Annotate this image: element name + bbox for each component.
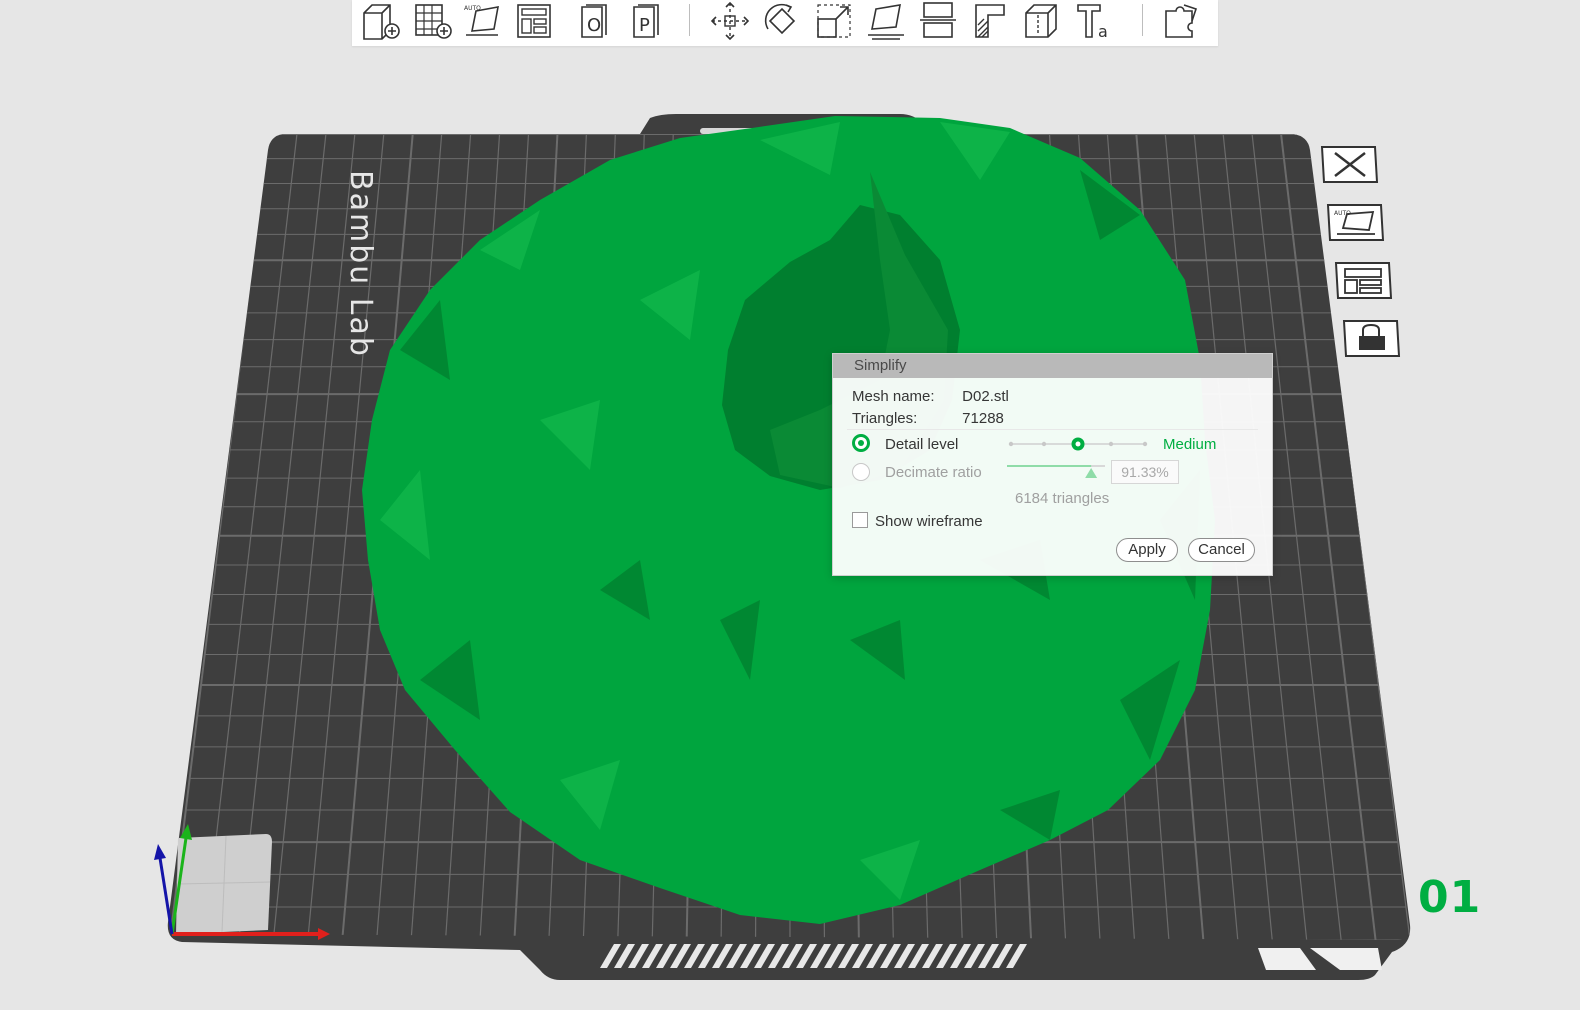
scale-icon [817, 4, 851, 38]
split-to-parts-icon: P [633, 4, 659, 38]
svg-text:O: O [587, 15, 601, 36]
result-triangles-count: 6184 triangles [1015, 490, 1110, 507]
svg-text:a: a [1098, 22, 1108, 41]
mesh-name-value: D02.stl [962, 388, 1009, 405]
lock-plate-button[interactable] [1342, 320, 1402, 358]
support-paint-icon [975, 4, 1005, 38]
lay-on-face-icon [868, 4, 904, 40]
decimate-ratio-radio[interactable] [852, 463, 870, 481]
arrange-plate-button[interactable] [1334, 262, 1394, 300]
triangles-value: 71288 [962, 410, 1004, 427]
delete-plate-icon [1320, 146, 1379, 183]
cut-icon [920, 2, 956, 38]
triangles-row: Triangles: 71288 [852, 410, 1004, 427]
plate-brand-logo: Bambu Lab [343, 170, 378, 358]
dialog-divider [847, 429, 1258, 430]
add-object-icon [363, 4, 400, 40]
delete-plate-button[interactable] [1320, 146, 1380, 184]
mesh-name-label: Mesh name: [852, 388, 935, 405]
auto-orient-icon: AUTO [464, 5, 499, 36]
text-button[interactable]: a [1072, 0, 1116, 42]
lock-plate-icon [1342, 320, 1401, 357]
auto-orient-button[interactable]: AUTO [460, 0, 504, 42]
apply-button[interactable]: Apply [1116, 538, 1178, 562]
svg-text:P: P [639, 15, 650, 36]
auto-orient-plate-icon: AUTO [1326, 204, 1385, 241]
move-icon [710, 1, 750, 41]
rotate-button[interactable] [760, 0, 804, 42]
cut-button[interactable] [916, 0, 960, 42]
scale-button[interactable] [812, 0, 856, 42]
plate-hatch-strip [600, 944, 1027, 968]
show-wireframe-label: Show wireframe [875, 513, 983, 530]
add-plate-button[interactable] [410, 0, 454, 42]
detail-level-radio[interactable] [852, 434, 870, 452]
decimate-ratio-input[interactable]: 91.33% [1111, 460, 1179, 484]
arrange-plate-icon [1334, 262, 1393, 299]
detail-level-label: Detail level [885, 436, 959, 453]
dialog-title[interactable]: Simplify [833, 354, 1272, 378]
add-plate-icon [415, 4, 452, 39]
arrange-icon [517, 4, 551, 38]
cancel-button[interactable]: Cancel [1188, 538, 1255, 562]
show-wireframe-checkbox[interactable] [852, 512, 868, 528]
seam-paint-button[interactable] [1020, 0, 1064, 42]
assembly-icon [1165, 4, 1198, 38]
split-to-parts-button[interactable]: P [626, 0, 670, 42]
lay-on-face-button[interactable] [864, 0, 908, 42]
triangles-label: Triangles: [852, 410, 918, 427]
split-to-objects-icon: O [581, 4, 607, 38]
simplify-dialog: Simplify Mesh name: D02.stl Triangles: 7… [832, 353, 1273, 576]
top-toolbar: AUTO O P a [352, 0, 1218, 46]
text-icon: a [1077, 4, 1108, 41]
assembly-button[interactable] [1160, 0, 1204, 42]
detail-level-value: Medium [1163, 436, 1217, 453]
add-object-button[interactable] [358, 0, 402, 42]
rotate-icon [764, 3, 796, 35]
arrange-button[interactable] [512, 0, 556, 42]
move-button[interactable] [708, 0, 752, 42]
auto-orient-plate-button[interactable]: AUTO [1326, 204, 1386, 242]
decimate-ratio-slider[interactable] [1005, 458, 1109, 480]
decimate-ratio-label: Decimate ratio [885, 464, 982, 481]
mesh-name-row: Mesh name: D02.stl [852, 388, 1009, 405]
seam-paint-icon [1025, 4, 1057, 38]
plate-number: 01 [1418, 872, 1482, 923]
split-to-objects-button[interactable]: O [574, 0, 618, 42]
support-paint-button[interactable] [968, 0, 1012, 42]
detail-level-slider[interactable] [1007, 434, 1153, 454]
